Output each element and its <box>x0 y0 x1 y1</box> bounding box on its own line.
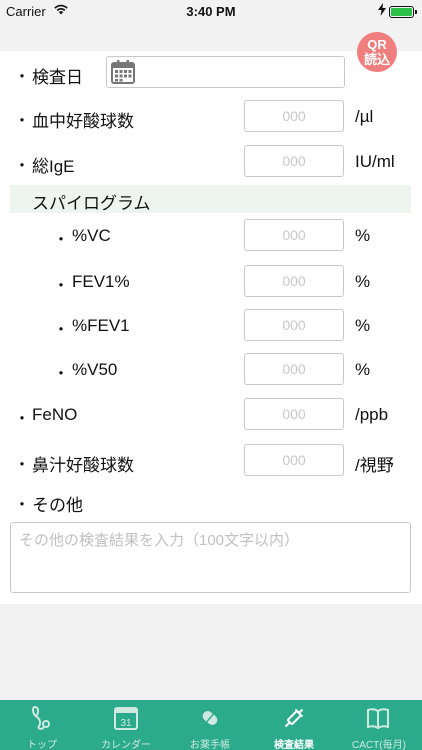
feno-row: ・ FeNO 000 /ppb <box>0 398 422 432</box>
fev1pct-row: ・ FEV1% 000 % <box>0 265 422 299</box>
nasal-eosinophil-input[interactable]: 000 <box>244 444 344 476</box>
pfev1-row: ・ %FEV1 000 % <box>0 309 422 343</box>
blood-eosinophil-label: 血中好酸球数 <box>32 112 134 131</box>
qr-read-button[interactable]: QR 読込 <box>357 32 397 72</box>
total-ige-row: ・ 総IgE 000 IU/ml <box>0 145 422 179</box>
bullet: ・ <box>14 113 31 130</box>
exam-results-form: ・ 検査日 ・ 血中好酸球数 000 /µl ・ 総IgE 000 IU/ml … <box>0 51 422 604</box>
total-ige-label: 総IgE <box>32 157 75 176</box>
bullet: ・ <box>14 411 31 428</box>
feno-unit: /ppb <box>355 405 389 424</box>
vc-unit: % <box>355 226 371 245</box>
bullet: ・ <box>53 278 70 295</box>
tab-exam-results-label: 検査結果 <box>274 740 314 750</box>
battery-icon <box>389 6 417 18</box>
pill-icon <box>198 705 222 731</box>
total-ige-input[interactable]: 000 <box>244 145 344 177</box>
exam-date-field[interactable] <box>106 56 345 88</box>
tab-calendar[interactable]: 31 カレンダー <box>84 700 168 750</box>
clock: 3:40 PM <box>186 4 236 19</box>
bullet: ・ <box>14 497 31 514</box>
other-row: ・ その他 <box>0 484 422 518</box>
vc-row: ・ %VC 000 % <box>0 219 422 253</box>
bullet: ・ <box>14 457 31 474</box>
tab-medicine-label: お薬手帳 <box>190 740 230 750</box>
blood-eosinophil-row: ・ 血中好酸球数 000 /µl <box>0 100 422 134</box>
qr-button-line2: 読込 <box>363 52 390 67</box>
tab-calendar-label: カレンダー <box>101 740 151 750</box>
tab-top[interactable]: トップ <box>0 700 84 750</box>
v50-input[interactable]: 000 <box>244 353 344 385</box>
tab-medicine[interactable]: お薬手帳 <box>168 700 252 750</box>
feno-label: FeNO <box>32 405 78 424</box>
fev1pct-unit: % <box>355 272 371 291</box>
blood-eosinophil-input[interactable]: 000 <box>244 100 344 132</box>
spirogram-section-header: スパイログラム <box>10 185 411 213</box>
tab-exam-results[interactable]: 検査結果 <box>252 700 336 750</box>
book-icon <box>366 705 390 731</box>
qr-button-line1: QR <box>367 37 387 52</box>
total-ige-unit: IU/ml <box>355 152 395 171</box>
charging-icon <box>378 3 386 19</box>
bullet: ・ <box>14 69 31 86</box>
pfev1-label: %FEV1 <box>72 316 130 335</box>
other-label: その他 <box>32 496 83 515</box>
fev1pct-label: FEV1% <box>72 272 130 291</box>
nasal-eosinophil-unit: /視野 <box>355 456 394 475</box>
tab-cact-label: CACT(毎月) <box>352 740 406 750</box>
v50-label: %V50 <box>72 360 118 379</box>
tab-top-label: トップ <box>27 740 57 750</box>
calendar-icon[interactable] <box>111 60 135 89</box>
spirogram-title: スパイログラム <box>32 194 151 213</box>
bullet: ・ <box>53 232 70 249</box>
pfev1-input[interactable]: 000 <box>244 309 344 341</box>
bullet: ・ <box>14 158 31 175</box>
bullet: ・ <box>53 366 70 383</box>
bullet: ・ <box>53 322 70 339</box>
nasal-eosinophil-label: 鼻汁好酸球数 <box>32 456 134 475</box>
v50-row: ・ %V50 000 % <box>0 353 422 387</box>
syringe-icon <box>282 705 306 731</box>
v50-unit: % <box>355 360 371 379</box>
tab-cact[interactable]: CACT(毎月) <box>336 700 422 750</box>
vc-input[interactable]: 000 <box>244 219 344 251</box>
exam-date-label: 検査日 <box>32 68 83 87</box>
blood-eosinophil-unit: /µl <box>355 107 374 126</box>
stethoscope-icon <box>30 705 54 731</box>
calendar-icon: 31 <box>114 705 138 731</box>
other-textarea[interactable]: その他の検査結果を入力（100文字以内） <box>10 522 411 593</box>
svg-text:31: 31 <box>120 718 132 729</box>
feno-input[interactable]: 000 <box>244 398 344 430</box>
status-bar: Carrier 3:40 PM <box>0 0 422 24</box>
nasal-eosinophil-row: ・ 鼻汁好酸球数 000 /視野 <box>0 444 422 478</box>
vc-label: %VC <box>72 226 111 245</box>
fev1pct-input[interactable]: 000 <box>244 265 344 297</box>
tab-bar: トップ 31 カレンダー お薬手帳 検査結果 CACT(毎月) <box>0 700 422 750</box>
pfev1-unit: % <box>355 316 371 335</box>
